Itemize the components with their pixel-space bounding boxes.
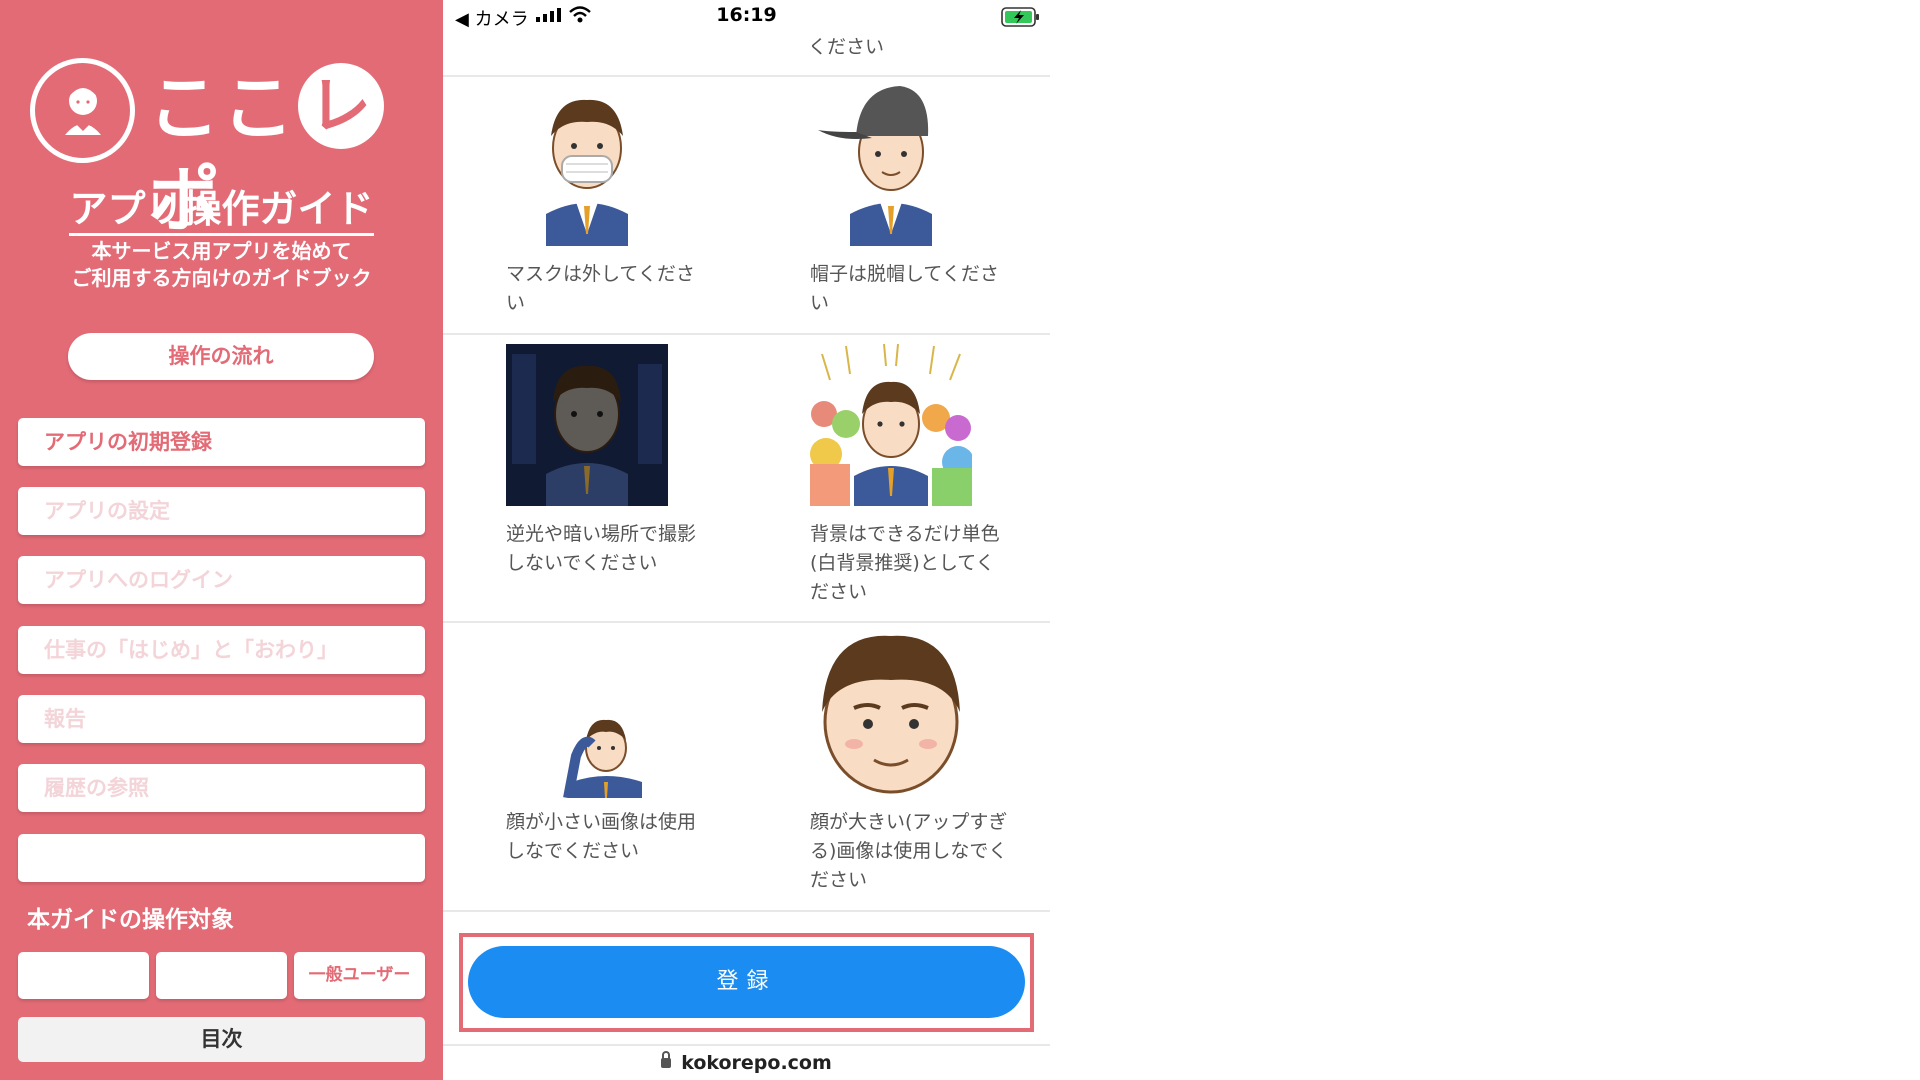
menu-item-blank[interactable] (18, 834, 425, 882)
caption-plain-background: 背景はできるだけ単色(白背景推奨)としてください (810, 523, 1000, 603)
dark-backlit-man-illustration (506, 344, 668, 506)
guide-cell-no-backlight: 逆光や暗い場所で撮影しないでください (506, 344, 756, 604)
target-button-2[interactable] (156, 952, 287, 999)
logo-text-part: ここ (148, 66, 297, 150)
divider (443, 621, 1050, 623)
logo-badge-icon (30, 58, 135, 163)
guide-title-text: アプリ操作ガイド (69, 187, 374, 236)
guide-sidebar: ここ レポ アプリ操作ガイド 本サービス用アプリを始めて ご利用する方向けのガイド… (0, 0, 443, 1080)
menu-item-app-settings[interactable]: アプリの設定 (18, 487, 425, 535)
target-button-general-user[interactable]: 一般ユーザー (294, 952, 425, 999)
table-of-contents-button[interactable]: 目次 (18, 1017, 425, 1062)
caption-no-backlight: 逆光や暗い場所で撮影しないでください (506, 523, 697, 574)
guide-title: アプリ操作ガイド (0, 178, 443, 236)
lock-icon (661, 1051, 672, 1068)
menu-item-app-login[interactable]: アプリへのログイン (18, 556, 425, 604)
status-bar: ◀ カメラ 16:19 (443, 0, 1050, 32)
logo-text-circle: レ (298, 63, 385, 149)
small-face-man-illustration (563, 719, 642, 798)
menu-item-initial-registration[interactable]: アプリの初期登録 (18, 418, 425, 466)
top-caption-text: ください (808, 36, 885, 58)
guide-cell-plain-background: 背景はできるだけ単色(白背景推奨)としてください (810, 344, 1050, 604)
guide-cell-face-too-large: 顔が大きい(アップすぎる)画像は使用しなでください (810, 632, 1050, 902)
battery-charging-icon (1001, 7, 1039, 27)
guide-cell-no-mask: マスクは外してください (506, 84, 756, 324)
guide-subtitle: 本サービス用アプリを始めて ご利用する方向けのガイドブック (0, 238, 443, 292)
status-time: 16:19 (716, 4, 777, 26)
guide-subtitle-line: 本サービス用アプリを始めて (91, 239, 352, 263)
guide-subtitle-line: ご利用する方向けのガイドブック (71, 266, 372, 290)
caption-no-mask: マスクは外してください (506, 263, 695, 314)
divider (443, 333, 1050, 335)
menu-item-work-start-end[interactable]: 仕事の「はじめ」と「おわり」 (18, 626, 425, 674)
divider (443, 75, 1050, 77)
browser-url-bar[interactable]: kokorepo.com (443, 1044, 1050, 1080)
phone-screen: ◀ カメラ 16:19 ください マスクは外してください 帽子は脱帽してください… (443, 0, 1050, 1080)
target-button-1[interactable] (18, 952, 149, 999)
operation-flow-button[interactable]: 操作の流れ (68, 333, 374, 380)
menu-item-report[interactable]: 報告 (18, 695, 425, 743)
guide-cell-face-too-small: 顔が小さい画像は使用しなでください (506, 632, 756, 902)
register-button[interactable]: 登録 (468, 946, 1025, 1018)
menu-item-history[interactable]: 履歴の参照 (18, 764, 425, 812)
man-with-mask-illustration (546, 99, 628, 246)
divider (443, 910, 1050, 912)
guide-target-label: 本ガイドの操作対象 (27, 907, 234, 933)
large-face-man-illustration (822, 635, 960, 794)
man-with-cap-illustration (818, 86, 932, 246)
guide-cell-no-hat: 帽子は脱帽してください (810, 84, 1050, 324)
url-domain: kokorepo.com (681, 1052, 832, 1074)
caption-face-too-large: 顔が大きい(アップすぎる)画像は使用しなでください (810, 811, 1008, 891)
caption-face-too-small: 顔が小さい画像は使用しなでください (506, 811, 697, 862)
crowd-background-man-illustration (810, 344, 972, 506)
app-logo: ここ レポ (30, 58, 410, 242)
caption-no-hat: 帽子は脱帽してください (810, 263, 999, 314)
